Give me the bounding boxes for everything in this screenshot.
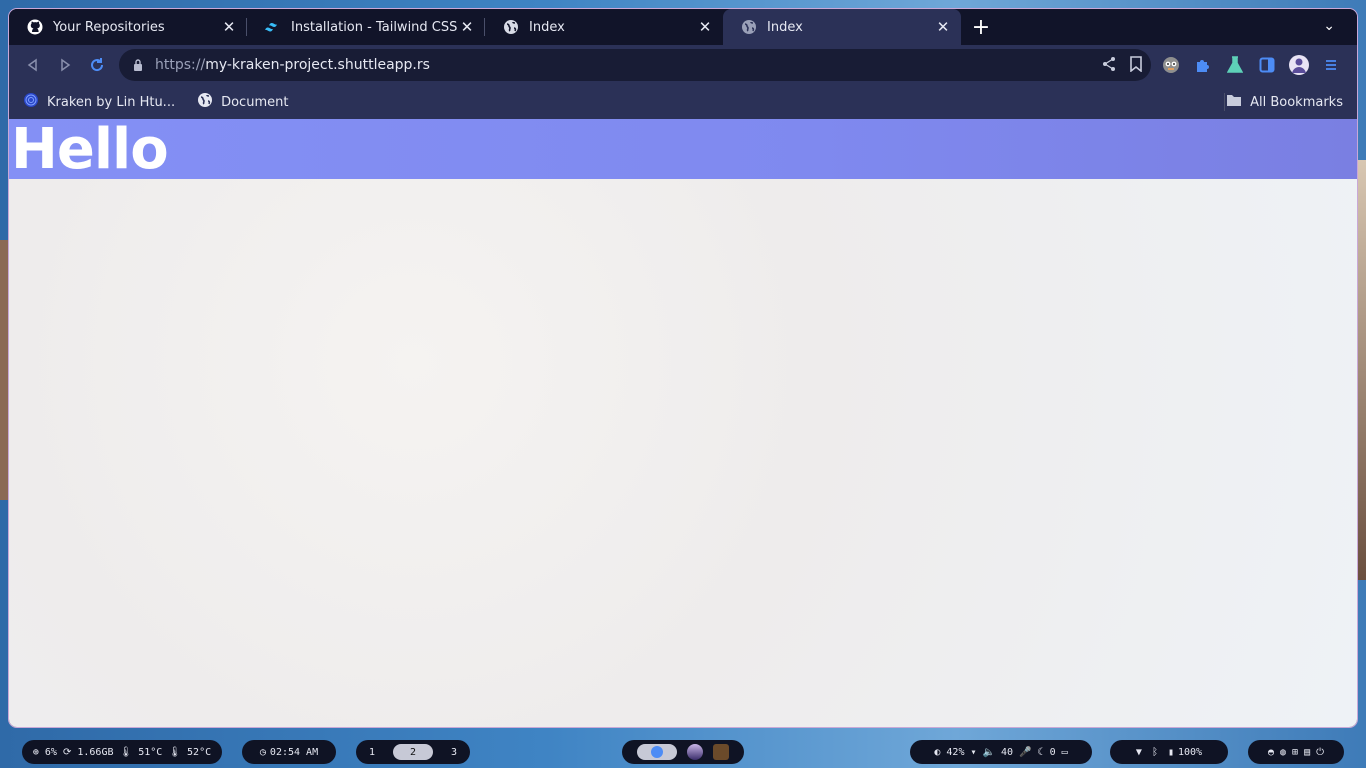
workspace-3[interactable]: 3 <box>443 744 465 760</box>
battery-icon: ▮ <box>1167 746 1174 758</box>
extension-avatar-icon[interactable] <box>1159 53 1183 77</box>
bookmark-label: Document <box>221 94 289 110</box>
tab-title: Index <box>767 19 803 35</box>
folder-icon <box>1226 93 1242 111</box>
battery-level: 100% <box>1177 746 1203 758</box>
chrome-dock-icon[interactable] <box>637 744 677 760</box>
bookmark-label: Kraken by Lin Htu... <box>47 94 176 110</box>
bookmark-document[interactable]: Document <box>189 92 296 112</box>
tab-index-2[interactable]: Index ✕ <box>723 9 961 45</box>
dock <box>622 740 744 764</box>
taskbar: ⊕ 6% ⟳ 1.66GB 🌡 51°C 🌡 52°C ◷ 02:54 AM 1… <box>0 736 1366 768</box>
tailwind-icon <box>265 19 281 35</box>
close-icon[interactable]: ✕ <box>221 18 237 36</box>
tab-strip: Your Repositories ✕ Installation - Tailw… <box>9 9 1357 45</box>
ghost-icon[interactable]: ◓ <box>1268 747 1274 758</box>
app-dock-icon[interactable] <box>687 744 703 760</box>
bookmark-kraken[interactable]: Kraken by Lin Htu... <box>15 92 183 112</box>
back-button[interactable] <box>17 49 49 81</box>
globe-icon <box>503 19 519 35</box>
all-bookmarks-label: All Bookmarks <box>1250 94 1343 110</box>
kraken-icon <box>23 92 39 112</box>
labs-flask-icon[interactable] <box>1223 53 1247 77</box>
clipboard-icon[interactable]: ▤ <box>1304 747 1310 758</box>
chevron-down-icon[interactable]: ⌄ <box>1323 18 1335 34</box>
wallpaper-right <box>1356 160 1366 580</box>
reload-button[interactable] <box>81 49 113 81</box>
github-icon <box>27 19 43 35</box>
bookmarks-divider <box>1224 93 1225 111</box>
palette-icon[interactable]: ◍ <box>1280 747 1286 758</box>
system-tray: ◐ 42% ▾ 🔈 40 🎤 ☾ 0 ▭ <box>910 740 1092 764</box>
share-icon[interactable] <box>1101 56 1117 76</box>
globe-icon <box>197 92 213 112</box>
page-heading: Hello <box>11 117 169 182</box>
bookmarks-bar: Kraken by Lin Htu... Document All Bookma… <box>9 85 1357 120</box>
extensions-area <box>1159 49 1343 81</box>
power-icon[interactable]: ⏻ <box>1316 747 1324 758</box>
lock-icon <box>131 59 145 71</box>
page-content: Hello <box>9 119 1357 727</box>
hero-banner: Hello <box>9 117 1357 182</box>
tab-title: Index <box>529 19 565 35</box>
terminal-dock-icon[interactable] <box>713 744 729 760</box>
tab-title: Your Repositories <box>53 19 165 35</box>
side-panel-icon[interactable] <box>1255 53 1279 77</box>
tab-tailwind-installation[interactable]: Installation - Tailwind CSS ✕ <box>247 9 485 45</box>
browser-window: Your Repositories ✕ Installation - Tailw… <box>9 9 1357 727</box>
close-icon[interactable]: ✕ <box>697 18 713 36</box>
clock-time: 02:54 AM <box>269 746 319 758</box>
workspace-2[interactable]: 2 <box>393 744 433 760</box>
forward-button[interactable] <box>49 49 81 81</box>
toolbar: https://my-kraken-project.shuttleapp.rs <box>9 45 1357 85</box>
bluetooth-icon[interactable]: ᛒ <box>1152 747 1158 758</box>
quick-actions: ◓ ◍ ⊞ ▤ ⏻ <box>1248 740 1344 764</box>
wifi-icon[interactable]: ▼ <box>1136 747 1142 758</box>
tab-index-1[interactable]: Index ✕ <box>485 9 723 45</box>
system-stats: ⊕ 6% ⟳ 1.66GB 🌡 51°C 🌡 52°C <box>22 740 222 764</box>
plus-icon: + <box>971 14 991 40</box>
clock-icon: ◷ <box>259 746 266 758</box>
url-host: my-kraken-project.shuttleapp.rs <box>205 57 430 73</box>
close-icon[interactable]: ✕ <box>935 18 951 36</box>
workspace-1[interactable]: 1 <box>361 744 383 760</box>
address-bar[interactable]: https://my-kraken-project.shuttleapp.rs <box>119 49 1151 81</box>
new-tab-button[interactable]: + <box>961 9 1001 45</box>
menu-icon[interactable] <box>1319 53 1343 77</box>
url-scheme: https:// <box>155 57 206 73</box>
extensions-puzzle-icon[interactable] <box>1191 53 1215 77</box>
network-battery: ▼ ᛒ ▮ 100% <box>1110 740 1228 764</box>
globe-icon <box>741 19 757 35</box>
back-arrow-icon <box>27 58 37 72</box>
reload-icon <box>91 58 104 72</box>
clock: ◷ 02:54 AM <box>242 740 336 764</box>
workspace-switcher: 1 2 3 <box>356 740 470 764</box>
forward-arrow-icon <box>61 58 71 72</box>
bookmark-star-icon[interactable] <box>1129 56 1143 76</box>
screenshot-icon[interactable]: ⊞ <box>1292 747 1298 758</box>
omnibox-actions <box>1101 56 1143 76</box>
all-bookmarks-button[interactable]: All Bookmarks <box>1226 93 1343 111</box>
tab-your-repositories[interactable]: Your Repositories ✕ <box>9 9 247 45</box>
tab-title: Installation - Tailwind CSS <box>291 19 458 35</box>
close-icon[interactable]: ✕ <box>459 18 475 36</box>
profile-avatar[interactable] <box>1287 53 1311 77</box>
